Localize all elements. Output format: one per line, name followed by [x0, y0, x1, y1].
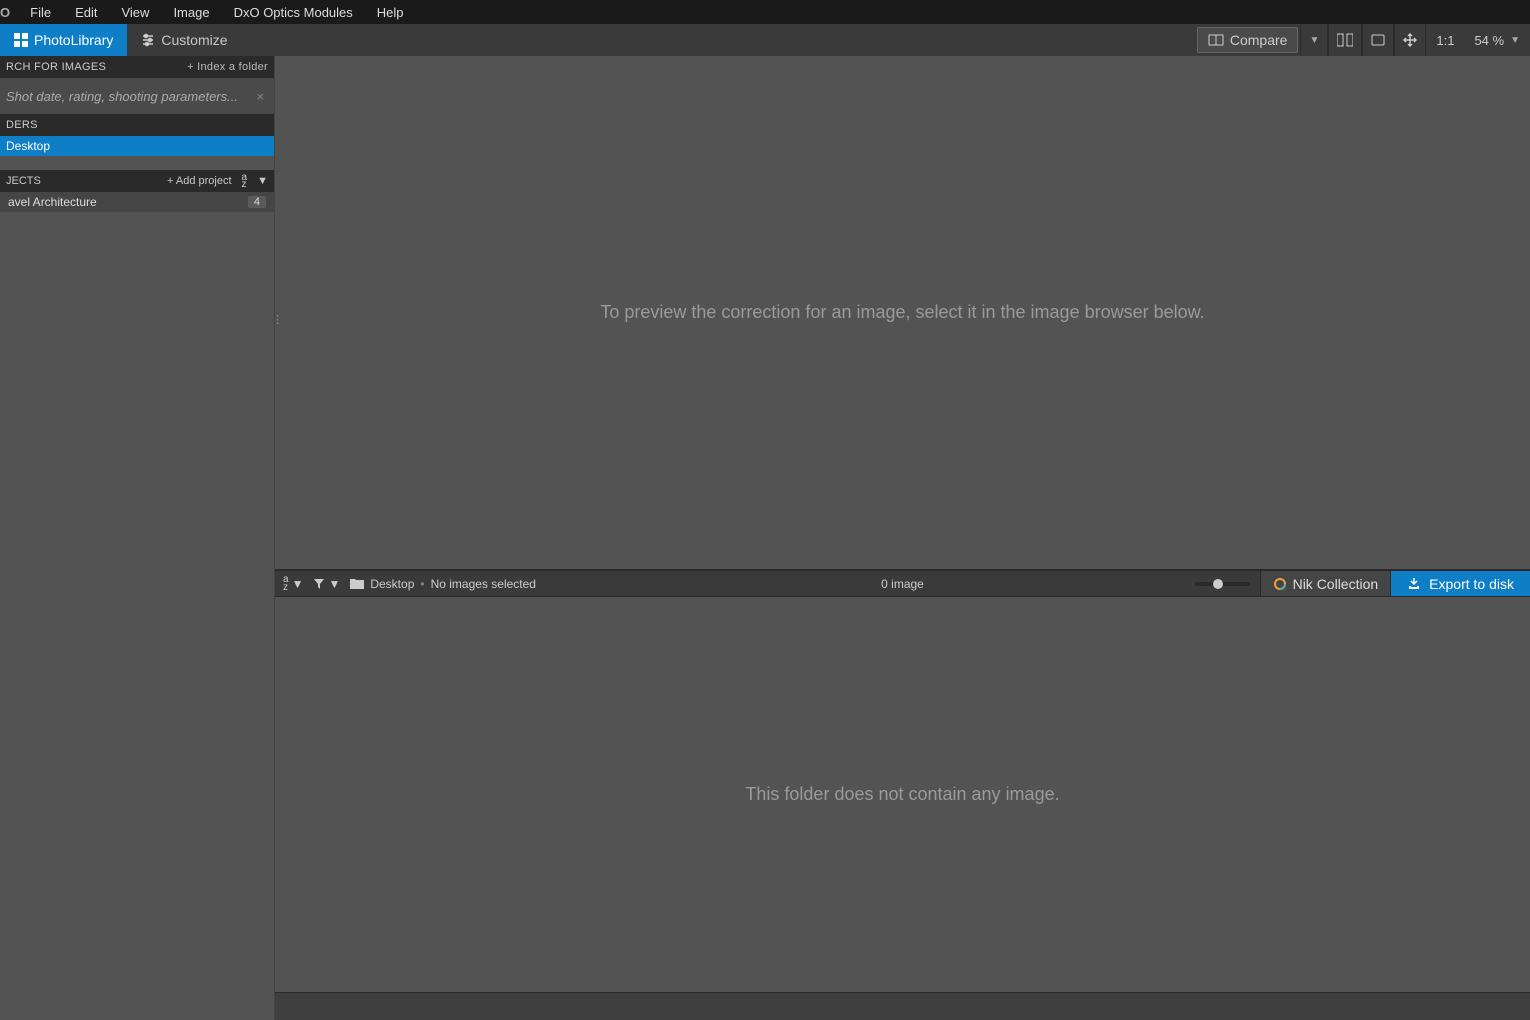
nik-collection-button[interactable]: Nik Collection [1260, 571, 1392, 596]
projects-sort-button[interactable]: az [242, 174, 248, 188]
folder-item-desktop[interactable]: Desktop [0, 136, 274, 156]
folders-header-label: DERS [6, 119, 38, 131]
export-icon [1407, 578, 1421, 590]
project-name: avel Architecture [8, 195, 97, 209]
compare-label: Compare [1230, 32, 1288, 48]
sidebar: RCH FOR IMAGES + Index a folder × DERS D… [0, 56, 275, 1020]
slider-knob[interactable] [1213, 579, 1223, 589]
browser-toolbar: az▼ ▼ Desktop • No images selected 0 ima… [275, 569, 1530, 597]
fit-button[interactable] [1362, 24, 1394, 56]
side-by-side-icon [1337, 33, 1353, 47]
menu-view[interactable]: View [109, 0, 161, 24]
move-button[interactable] [1394, 24, 1426, 56]
export-label: Export to disk [1429, 576, 1514, 592]
browser-sort-button[interactable]: az▼ [283, 576, 303, 592]
app-logo: O [0, 5, 18, 20]
tab-photolibrary-label: PhotoLibrary [34, 32, 113, 48]
sliders-icon [141, 33, 155, 47]
projects-section-header: JECTS + Add project az ▼ [0, 170, 274, 192]
menu-bar: O File Edit View Image DxO Optics Module… [0, 0, 1530, 24]
tab-customize[interactable]: Customize [127, 24, 241, 56]
chevron-down-icon: ▼ [1510, 35, 1520, 46]
thumbnail-size-slider[interactable] [1195, 582, 1250, 586]
add-project-button[interactable]: + Add project [167, 175, 232, 187]
zoom-ratio-button[interactable]: 1:1 [1426, 33, 1464, 48]
fit-icon [1371, 34, 1385, 46]
menu-file[interactable]: File [18, 0, 63, 24]
folder-icon [350, 578, 364, 589]
zoom-level[interactable]: 54 % ▼ [1464, 33, 1530, 48]
index-folder-button[interactable]: + Index a folder [187, 61, 268, 73]
projects-header-label: JECTS [6, 175, 41, 187]
search-section-header: RCH FOR IMAGES + Index a folder [0, 56, 274, 78]
search-row: × [0, 78, 274, 114]
bottom-strip [275, 992, 1530, 1020]
folder-label: Desktop [6, 139, 50, 153]
search-clear-button[interactable]: × [252, 89, 268, 104]
search-header-label: RCH FOR IMAGES [6, 61, 106, 73]
move-icon [1403, 33, 1417, 47]
compare-icon [1208, 34, 1224, 46]
browser-status: No images selected [431, 577, 536, 591]
compare-dropdown[interactable]: ▼ [1300, 24, 1328, 56]
compare-button[interactable]: Compare [1197, 27, 1299, 53]
side-by-side-button[interactable] [1328, 24, 1362, 56]
mode-bar: PhotoLibrary Customize Compare ▼ 1:1 54 … [0, 24, 1530, 56]
nik-icon [1273, 577, 1287, 591]
preview-message: To preview the correction for an image, … [600, 302, 1204, 323]
divider-handle[interactable]: ⋮ [272, 313, 284, 326]
menu-edit[interactable]: Edit [63, 0, 109, 24]
content-area: ⋮ To preview the correction for an image… [275, 56, 1530, 1020]
tab-customize-label: Customize [161, 32, 227, 48]
export-button[interactable]: Export to disk [1391, 571, 1530, 596]
image-count: 0 image [881, 577, 924, 591]
preview-pane: ⋮ To preview the correction for an image… [275, 56, 1530, 569]
browser-filter-button[interactable]: ▼ [313, 577, 340, 591]
funnel-icon [313, 578, 325, 590]
main-area: RCH FOR IMAGES + Index a folder × DERS D… [0, 56, 1530, 1020]
chevron-down-icon: ▼ [257, 175, 268, 187]
grid-icon [14, 33, 28, 47]
image-browser: This folder does not contain any image. [275, 597, 1530, 992]
menu-image[interactable]: Image [161, 0, 221, 24]
nik-label: Nik Collection [1293, 576, 1379, 592]
browser-message: This folder does not contain any image. [745, 784, 1059, 805]
search-input[interactable] [6, 89, 252, 104]
project-item[interactable]: avel Architecture 4 [0, 192, 274, 212]
menu-help[interactable]: Help [365, 0, 416, 24]
tab-photolibrary[interactable]: PhotoLibrary [0, 24, 127, 56]
project-count: 4 [248, 196, 266, 208]
menu-optics[interactable]: DxO Optics Modules [222, 0, 365, 24]
folders-section-header: DERS [0, 114, 274, 136]
browser-path[interactable]: Desktop [370, 577, 414, 591]
